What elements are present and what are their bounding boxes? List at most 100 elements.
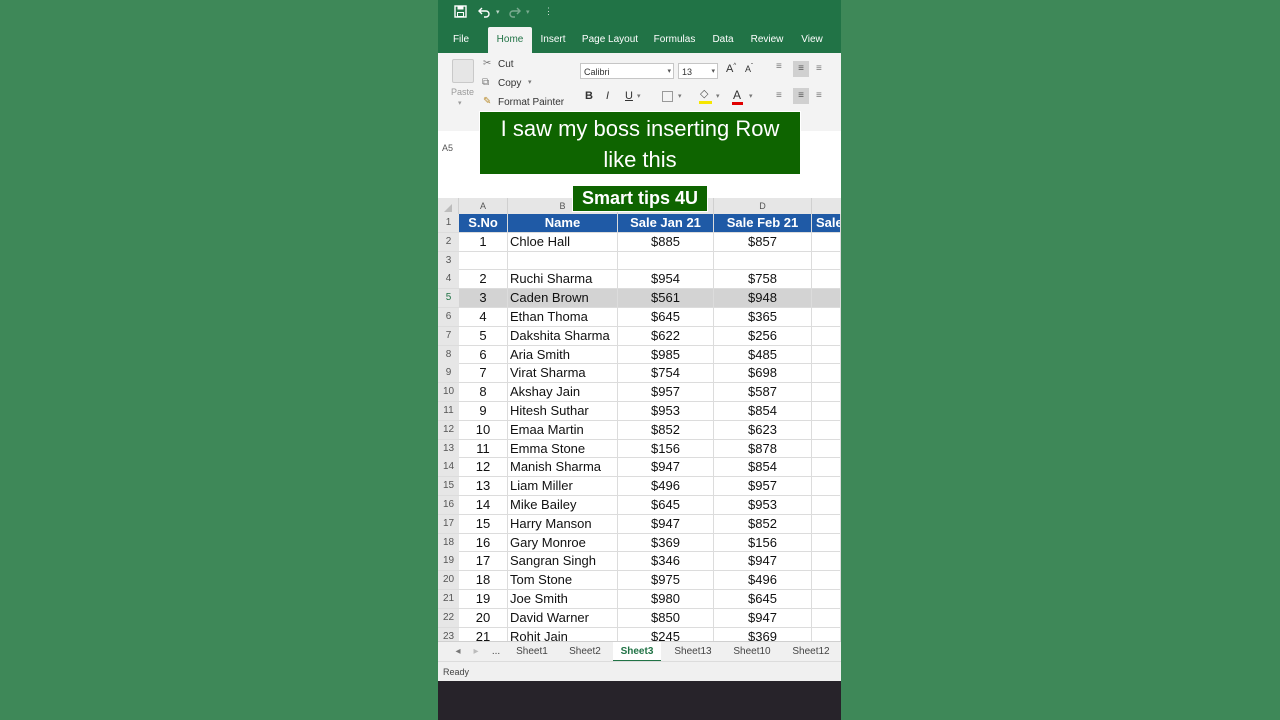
cell-sno[interactable]: 18: [459, 571, 508, 590]
cell-sale-next[interactable]: [812, 232, 841, 251]
cell-sale-next[interactable]: [812, 514, 841, 533]
row-number[interactable]: 14: [438, 458, 459, 477]
cell-name[interactable]: Caden Brown: [508, 289, 618, 308]
name-box[interactable]: A5: [442, 140, 472, 156]
bold-button[interactable]: B: [585, 90, 593, 102]
cell-sale-feb[interactable]: $947: [714, 552, 812, 571]
fill-color-dropdown-icon[interactable]: ▾: [716, 92, 720, 100]
cell-name[interactable]: Gary Monroe: [508, 533, 618, 552]
cell-sale-jan[interactable]: $622: [618, 326, 714, 345]
paste-dropdown-icon[interactable]: ▾: [458, 99, 462, 107]
cell-sno[interactable]: 7: [459, 364, 508, 383]
cell-sno[interactable]: 17: [459, 552, 508, 571]
font-size-select[interactable]: 13 ▾: [678, 63, 718, 79]
cell-name[interactable]: Joe Smith: [508, 590, 618, 608]
cell-sale-feb[interactable]: $698: [714, 364, 812, 383]
cell-name[interactable]: Emaa Martin: [508, 420, 618, 439]
cell-sno[interactable]: 13: [459, 477, 508, 496]
undo-dropdown-icon[interactable]: ▾: [496, 8, 500, 16]
cell-sale-feb[interactable]: $485: [714, 345, 812, 364]
cut-button[interactable]: Cut: [498, 59, 514, 70]
row-number[interactable]: 2: [438, 232, 459, 251]
cell-sno[interactable]: 3: [459, 289, 508, 308]
cell-sno[interactable]: 20: [459, 608, 508, 627]
decrease-font-button[interactable]: Aˇ: [745, 64, 753, 74]
row-number[interactable]: 17: [438, 514, 459, 533]
cell-sale-feb[interactable]: $623: [714, 420, 812, 439]
column-header-d[interactable]: D: [714, 198, 812, 214]
cell-sno[interactable]: 6: [459, 345, 508, 364]
sheet-tab-sheet1[interactable]: Sheet1: [510, 642, 554, 662]
cell-name[interactable]: Liam Miller: [508, 477, 618, 496]
redo-dropdown-icon[interactable]: ▾: [526, 8, 530, 16]
cell-sale-feb[interactable]: $645: [714, 590, 812, 608]
cell-name[interactable]: Ethan Thoma: [508, 308, 618, 326]
cell-sale-jan[interactable]: $561: [618, 289, 714, 308]
row-number[interactable]: 4: [438, 270, 459, 289]
cell-sale-next[interactable]: [812, 326, 841, 345]
tab-review[interactable]: Review: [748, 27, 786, 53]
cell-sale-next[interactable]: [812, 496, 841, 514]
row-number[interactable]: 15: [438, 477, 459, 496]
cell-sno[interactable]: 12: [459, 458, 508, 477]
cell-sale-feb[interactable]: $256: [714, 326, 812, 345]
cell-sno[interactable]: 9: [459, 402, 508, 420]
cell-sale-feb[interactable]: $957: [714, 477, 812, 496]
align-right-icon[interactable]: ≡: [816, 90, 822, 101]
cell-name[interactable]: Manish Sharma: [508, 458, 618, 477]
tab-page-layout[interactable]: Page Layout: [580, 27, 640, 53]
cell-sale-feb[interactable]: $587: [714, 383, 812, 402]
cell-sale-feb[interactable]: $953: [714, 496, 812, 514]
align-top-icon[interactable]: ≡: [776, 61, 782, 72]
cell-sno[interactable]: 11: [459, 439, 508, 458]
paste-icon[interactable]: [452, 59, 474, 83]
cell-sale-next[interactable]: [812, 477, 841, 496]
sheet-tab-sheet12[interactable]: Sheet12: [786, 642, 836, 662]
select-all-corner[interactable]: [438, 198, 459, 214]
row-number[interactable]: 10: [438, 383, 459, 402]
redo-icon[interactable]: [508, 5, 521, 21]
cell-sale-jan[interactable]: $346: [618, 552, 714, 571]
cell-sale-next[interactable]: [812, 439, 841, 458]
cell-sale-jan[interactable]: $957: [618, 383, 714, 402]
cell-sale-next[interactable]: [812, 383, 841, 402]
align-middle-icon[interactable]: ≡: [793, 61, 809, 77]
save-icon[interactable]: [454, 5, 467, 21]
cell-sale-feb[interactable]: $878: [714, 439, 812, 458]
tab-view[interactable]: View: [798, 27, 826, 53]
row-number[interactable]: 11: [438, 402, 459, 420]
cell-sale-feb[interactable]: $365: [714, 308, 812, 326]
row-number[interactable]: 20: [438, 571, 459, 590]
cell-sale-next[interactable]: [812, 608, 841, 627]
cell-sale-next[interactable]: [812, 458, 841, 477]
cell-sale-jan[interactable]: $496: [618, 477, 714, 496]
cell-name[interactable]: Virat Sharma: [508, 364, 618, 383]
cell-sale-next[interactable]: [812, 345, 841, 364]
cell-sale-jan[interactable]: $852: [618, 420, 714, 439]
row-number[interactable]: 8: [438, 345, 459, 364]
cell-sale-next[interactable]: [812, 552, 841, 571]
cell-sno[interactable]: 19: [459, 590, 508, 608]
font-color-dropdown-icon[interactable]: ▾: [749, 92, 753, 100]
cell-name[interactable]: Hitesh Suthar: [508, 402, 618, 420]
align-bottom-icon[interactable]: ≡: [816, 63, 822, 74]
header-cell-sale-feb[interactable]: Sale Feb 21: [714, 214, 812, 232]
cell-name[interactable]: Akshay Jain: [508, 383, 618, 402]
row-number[interactable]: 9: [438, 364, 459, 383]
cell-sale-next[interactable]: [812, 420, 841, 439]
cell-sale-feb[interactable]: $854: [714, 402, 812, 420]
cell-sale-jan[interactable]: $156: [618, 439, 714, 458]
increase-font-button[interactable]: A^: [726, 63, 736, 75]
row-number[interactable]: 13: [438, 439, 459, 458]
tab-file[interactable]: File: [448, 27, 474, 53]
cell-sale-jan[interactable]: $953: [618, 402, 714, 420]
sheet-tab-sheet10[interactable]: Sheet10: [727, 642, 777, 662]
cell-sale-jan[interactable]: $947: [618, 514, 714, 533]
row-number[interactable]: 5: [438, 289, 459, 308]
cell-name[interactable]: Sangran Singh: [508, 552, 618, 571]
align-left-icon[interactable]: ≡: [776, 90, 782, 101]
cell-sale-feb[interactable]: $854: [714, 458, 812, 477]
borders-icon[interactable]: [662, 91, 673, 102]
row-number[interactable]: 12: [438, 420, 459, 439]
cell-sale-next[interactable]: [812, 590, 841, 608]
